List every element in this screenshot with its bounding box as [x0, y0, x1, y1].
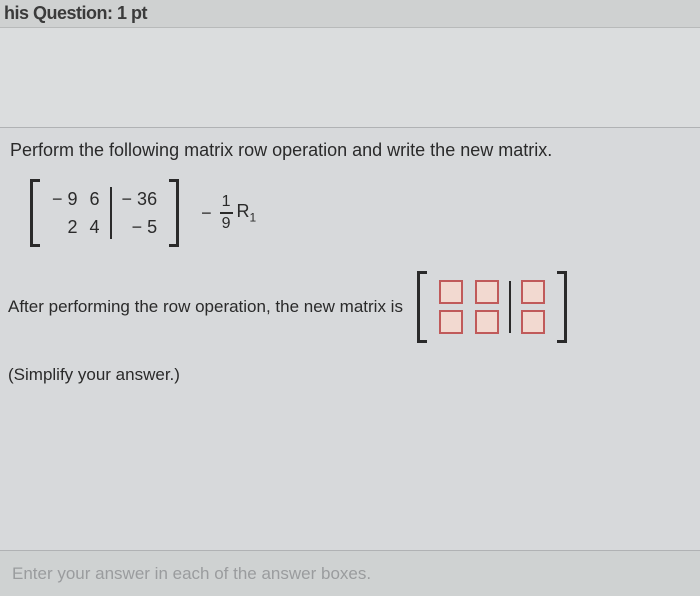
question-body: Perform the following matrix row operati… [0, 128, 700, 385]
matrix-col-aug: − 36 − 5 [116, 185, 164, 241]
matrix-cell: − 36 [122, 185, 158, 213]
matrix-cell: 4 [90, 213, 100, 241]
answer-cell-r2aug[interactable] [521, 310, 545, 334]
augmented-divider [110, 187, 112, 239]
given-matrix: − 9 2 6 4 − 36 − 5 [26, 179, 183, 247]
matrix-col-2: 6 4 [84, 185, 106, 241]
matrix-cell: 6 [90, 185, 100, 213]
answer-cell-r1c2[interactable] [475, 280, 499, 304]
matrix-cell: 2 [68, 213, 78, 241]
answer-cell-r2c2[interactable] [475, 310, 499, 334]
header-title: his Question: 1 pt [4, 3, 147, 24]
row-label: R1 [237, 201, 257, 225]
answer-matrix [413, 271, 571, 343]
footer-bar: Enter your answer in each of the answer … [0, 550, 700, 596]
answer-cell-r2c1[interactable] [439, 310, 463, 334]
matrix-cell: − 5 [132, 213, 158, 241]
answer-cell-r1c1[interactable] [439, 280, 463, 304]
blank-region [0, 28, 700, 128]
result-row: After performing the row operation, the … [8, 271, 686, 343]
math-expression: − 9 2 6 4 − 36 − 5 − 1 9 [26, 179, 686, 247]
row-operation: − 1 9 R1 [201, 194, 256, 232]
result-lead-text: After performing the row operation, the … [8, 297, 403, 317]
fraction-numerator: 1 [220, 194, 233, 210]
operation-fraction: 1 9 [220, 194, 233, 232]
question-prompt: Perform the following matrix row operati… [10, 140, 686, 161]
window-header: his Question: 1 pt [0, 0, 700, 28]
answer-cell-r1aug[interactable] [521, 280, 545, 304]
fraction-denominator: 9 [220, 216, 233, 232]
operation-sign: − [201, 203, 212, 224]
simplify-note: (Simplify your answer.) [8, 365, 686, 385]
matrix-col-1: − 9 2 [46, 185, 84, 241]
footer-hint: Enter your answer in each of the answer … [12, 564, 371, 584]
fraction-bar [220, 212, 233, 214]
augmented-divider [509, 281, 511, 333]
matrix-cell: − 9 [52, 185, 78, 213]
